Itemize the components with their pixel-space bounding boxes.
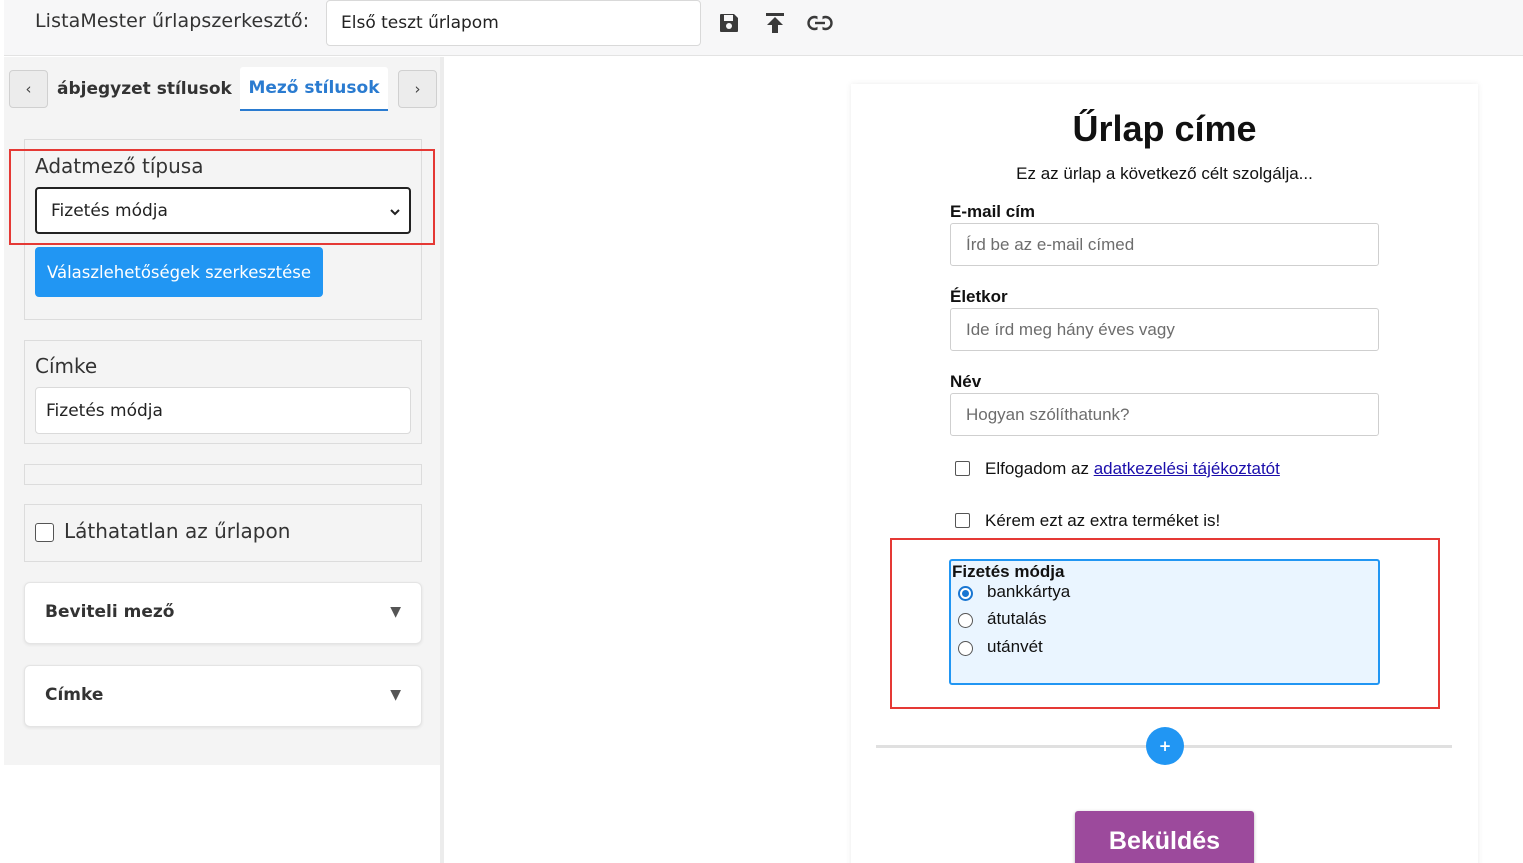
extra-product-checkbox[interactable] [955, 513, 970, 528]
payment-method-group[interactable]: Fizetés módja bankkártya átutalás utánvé… [949, 559, 1380, 685]
consent-label: Elfogadom az adatkezelési tájékoztatót [985, 459, 1280, 478]
age-label: Életkor [950, 287, 1008, 306]
extra-product-label: Kérem ezt az extra terméket is! [985, 511, 1221, 530]
chevron-down-icon [389, 203, 401, 223]
privacy-policy-link[interactable]: adatkezelési tájékoztatót [1094, 459, 1280, 478]
form-title: Űrlap címe [1072, 108, 1257, 149]
accordion-label[interactable]: Címke ▼ [24, 665, 422, 727]
add-field-button[interactable]: + [1146, 727, 1184, 765]
hidden-on-form-label: Láthatatlan az űrlapon [64, 519, 291, 543]
payment-option-card-label: bankkártya [987, 582, 1071, 601]
top-toolbar: ListaMester űrlapszerkesztő: [4, 0, 1523, 56]
save-icon[interactable] [716, 10, 742, 36]
payment-method-title: Fizetés módja [952, 562, 1065, 581]
caret-down-icon: ▼ [390, 687, 401, 703]
payment-option-transfer-label: átutalás [987, 609, 1047, 628]
label-input[interactable] [35, 387, 411, 434]
form-preview: Űrlap címe Ez az ürlap a következő célt … [851, 84, 1478, 863]
edit-options-button[interactable]: Válaszlehetőségek szerkesztése [35, 247, 323, 297]
name-input[interactable] [950, 393, 1379, 436]
accordion-input-field[interactable]: Beviteli mező ▼ [24, 582, 422, 644]
accordion-input-field-label: Beviteli mező [45, 602, 175, 622]
email-label: E-mail cím [950, 202, 1036, 221]
tab-prev-button[interactable]: ‹ [9, 70, 48, 108]
app-title: ListaMester űrlapszerkesztő: [35, 10, 310, 32]
field-type-section: Adatmező típusa Fizetés módja Válaszlehe… [24, 139, 422, 320]
payment-option-cod-radio[interactable] [958, 641, 973, 656]
form-subtitle: Ez az ürlap a következő célt szolgálja..… [1016, 164, 1313, 183]
field-type-selected-value: Fizetés módja [51, 200, 168, 221]
name-label: Név [950, 372, 982, 391]
form-name-input[interactable] [326, 0, 701, 46]
panel-divider [440, 57, 444, 863]
label-section-title: Címke [35, 354, 98, 378]
tab-next-button[interactable]: › [398, 70, 437, 108]
email-input[interactable] [950, 223, 1379, 266]
hidden-on-form-section: Láthatatlan az űrlapon [24, 504, 422, 562]
tab-form-styles[interactable]: ábjegyzet stílusok [57, 67, 232, 111]
accordion-label-label: Címke [45, 685, 104, 705]
payment-option-cod-label: utánvét [987, 637, 1043, 656]
caret-down-icon: ▼ [390, 604, 401, 620]
field-type-select[interactable]: Fizetés módja [35, 187, 411, 234]
tab-field-styles[interactable]: Mező stílusok [240, 67, 388, 111]
label-section: Címke [24, 340, 422, 444]
field-type-label: Adatmező típusa [35, 154, 204, 178]
payment-option-card-radio[interactable] [958, 586, 973, 601]
upload-icon[interactable] [762, 10, 788, 36]
age-input[interactable] [950, 308, 1379, 351]
hidden-on-form-checkbox[interactable] [35, 523, 54, 542]
field-settings-panel: ‹ ábjegyzet stílusok Mező stílusok › Ada… [4, 57, 442, 765]
empty-section [24, 464, 422, 485]
link-icon[interactable] [807, 10, 833, 36]
consent-checkbox[interactable] [955, 461, 970, 476]
submit-button[interactable]: Beküldés [1075, 811, 1254, 863]
payment-option-transfer-radio[interactable] [958, 613, 973, 628]
